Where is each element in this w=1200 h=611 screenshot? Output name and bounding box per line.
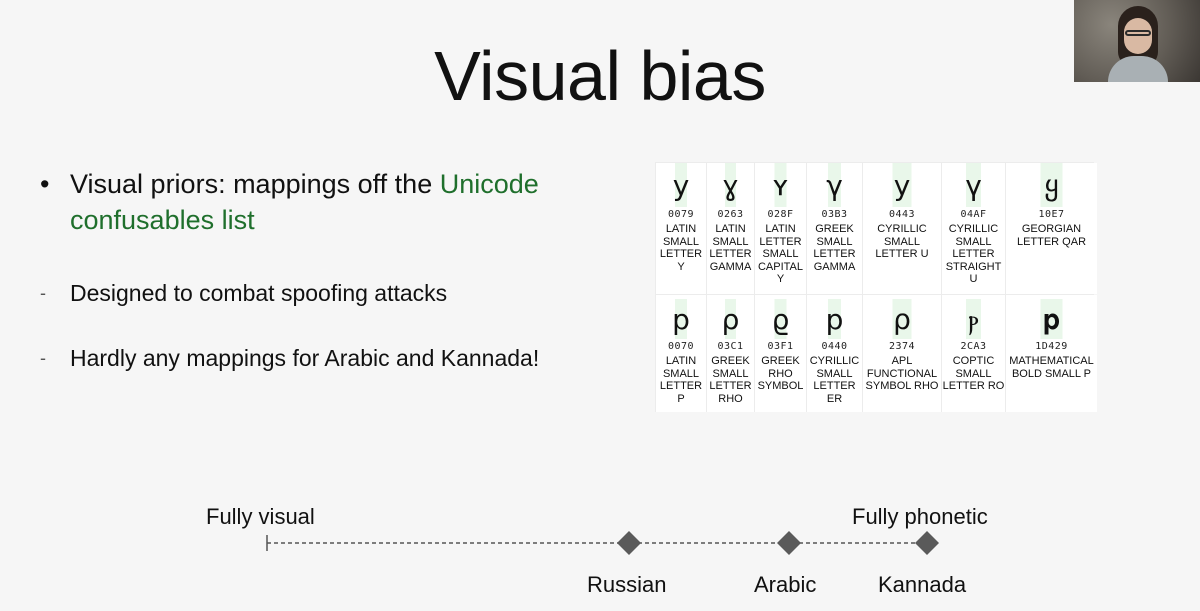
marker-label-arabic: Arabic <box>754 572 817 597</box>
scale-line-graphic <box>266 531 939 555</box>
marker-russian <box>617 531 641 555</box>
marker-label-kannada: Kannada <box>878 572 967 597</box>
scale-right-label: Fully phonetic <box>852 504 988 529</box>
scale-left-label: Fully visual <box>206 504 315 529</box>
marker-kannada <box>915 531 939 555</box>
visual-phonetic-scale: Fully visual Fully phonetic Russian Arab… <box>0 0 1200 611</box>
marker-arabic <box>777 531 801 555</box>
marker-label-russian: Russian <box>587 572 667 597</box>
slide: Visual bias • Visual priors: mappings of… <box>0 0 1200 611</box>
